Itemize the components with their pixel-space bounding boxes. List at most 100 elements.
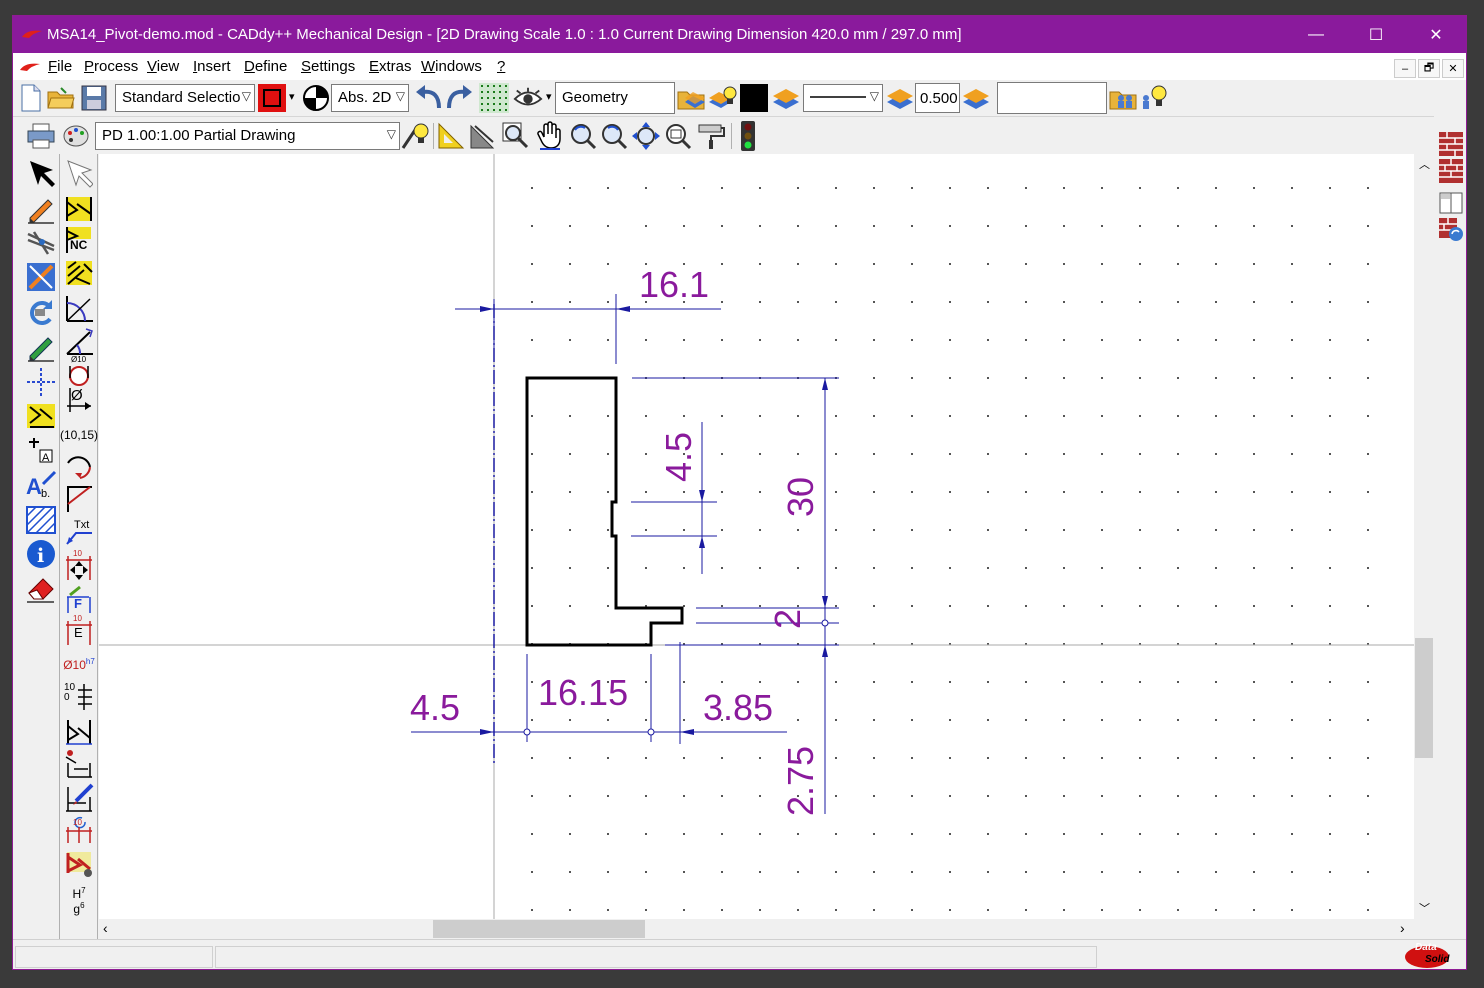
minimize-button[interactable]: — xyxy=(1287,16,1345,53)
group-folder-button[interactable] xyxy=(1109,83,1139,113)
chamfer-dimension-button[interactable] xyxy=(62,483,96,515)
redo-button[interactable] xyxy=(445,83,475,113)
erase-tool-button[interactable] xyxy=(24,572,58,604)
split-view-button[interactable] xyxy=(1436,189,1466,217)
tolerance-table-button[interactable]: 10 0 xyxy=(62,681,96,713)
scroll-left-icon[interactable]: ‹ xyxy=(103,920,108,936)
edit-dimension-button[interactable]: 10 E xyxy=(62,614,96,648)
redraw-button[interactable] xyxy=(696,121,726,151)
chain-dimension-button[interactable] xyxy=(62,257,96,289)
nc-dimension-button[interactable]: NC xyxy=(62,224,96,256)
black-color-button[interactable] xyxy=(739,83,769,113)
drawing-area[interactable]: 16.1 4.5 30 2 4.5 16.15 3.85 2.75 xyxy=(99,154,1414,919)
wall-tool-button[interactable] xyxy=(1436,130,1466,158)
close-button[interactable]: ✕ xyxy=(1407,16,1465,53)
group-light-button[interactable] xyxy=(1139,83,1169,113)
layer-light-button[interactable] xyxy=(708,83,738,113)
measure-button[interactable] xyxy=(468,121,498,151)
dimension-break-button[interactable] xyxy=(62,715,96,747)
radius-dimension-button[interactable] xyxy=(62,450,96,482)
menu-extras[interactable]: Extras xyxy=(369,58,412,75)
dimension-text-height[interactable]: 30 xyxy=(780,477,821,517)
zoom-window-button[interactable] xyxy=(501,121,531,151)
select-element-button[interactable] xyxy=(62,158,96,190)
dimension-text-bottom-right[interactable]: 3.85 xyxy=(703,687,773,728)
menu-help[interactable]: ? xyxy=(497,58,505,75)
line-width-field[interactable]: 0.500 xyxy=(915,83,960,113)
zoom-out-button[interactable] xyxy=(599,121,629,151)
snap-point-button[interactable] xyxy=(301,83,331,113)
hatch-tool-button[interactable] xyxy=(24,504,58,536)
arc-dimension-button[interactable] xyxy=(62,292,96,324)
zoom-in-button[interactable] xyxy=(568,121,598,151)
modify-tool-button[interactable] xyxy=(24,261,58,293)
menu-process[interactable]: Process xyxy=(84,58,138,75)
coordinate-mode-select[interactable]: Abs. 2D ▽ xyxy=(331,84,409,112)
grid-button[interactable] xyxy=(479,83,509,113)
fit-tolerance-button[interactable]: F xyxy=(62,584,96,616)
dimension-text-bottom-vertical[interactable]: 2.75 xyxy=(780,746,821,816)
dimension-text-bottom-left[interactable]: 4.5 xyxy=(410,687,460,728)
sketch-tool-button[interactable] xyxy=(24,331,58,363)
search-input[interactable] xyxy=(997,82,1107,114)
mdi-restore-button[interactable]: 🗗 xyxy=(1418,59,1440,78)
info-tool-button[interactable]: i xyxy=(24,538,58,570)
print-button[interactable] xyxy=(26,121,56,151)
set-square-button[interactable] xyxy=(436,121,466,151)
pan-button[interactable] xyxy=(535,121,565,151)
dimension-text-step[interactable]: 2 xyxy=(767,609,808,629)
line-width-layer-button[interactable] xyxy=(885,83,915,113)
new-file-button[interactable] xyxy=(16,83,46,113)
zoom-previous-button[interactable] xyxy=(663,121,693,151)
tolerance-h7-button[interactable]: Ø10 h7 xyxy=(57,649,101,681)
scroll-up-icon[interactable]: ︿ xyxy=(1419,156,1430,172)
fit-h7g6-button[interactable]: H7 g6 xyxy=(62,884,96,916)
menu-settings[interactable]: Settings xyxy=(301,58,355,75)
move-dimension-button[interactable]: 10 xyxy=(62,549,96,583)
select-tool-button[interactable] xyxy=(24,158,58,190)
horizontal-scrollbar[interactable]: ‹ › xyxy=(99,919,1414,939)
scroll-down-icon[interactable]: ﹀ xyxy=(1419,900,1430,916)
menu-windows[interactable]: Windows xyxy=(421,58,482,75)
layer-field[interactable]: Geometry xyxy=(555,82,675,114)
mdi-close-button[interactable]: ✕ xyxy=(1442,59,1464,78)
menu-define[interactable]: Define xyxy=(244,58,287,75)
line-style-layer-button[interactable] xyxy=(771,83,801,113)
menu-view[interactable]: View xyxy=(147,58,179,75)
linear-dimension-button[interactable] xyxy=(62,193,96,225)
horizontal-scroll-thumb[interactable] xyxy=(433,920,645,938)
annotation-tool-button[interactable]: Ab. xyxy=(24,469,58,501)
coordinate-dimension-button[interactable]: (10,15) xyxy=(57,419,101,451)
dimension-edit-pen-button[interactable] xyxy=(62,782,96,814)
draw-tool-button[interactable] xyxy=(24,193,58,225)
dimension-text-bottom-mid[interactable]: 16.15 xyxy=(538,672,628,713)
title-bar[interactable]: MSA14_Pivot-demo.mod - CADdy++ Mechanica… xyxy=(13,16,1466,53)
wall-hatch-button[interactable] xyxy=(1436,157,1466,185)
maximize-button[interactable]: ☐ xyxy=(1347,16,1405,53)
dimension-text-button[interactable] xyxy=(62,748,96,780)
traffic-light-button[interactable] xyxy=(733,121,763,151)
text-leader-button[interactable]: Txt xyxy=(62,517,96,549)
width-layer-button[interactable] xyxy=(961,83,991,113)
dimension-delete-button[interactable] xyxy=(62,848,96,880)
drawing-view-select[interactable]: PD 1.00:1.00 Partial Drawing ▽ xyxy=(95,122,400,150)
text-tool-button[interactable]: A xyxy=(24,435,58,467)
angle-dimension-button[interactable] xyxy=(62,325,96,357)
open-file-button[interactable] xyxy=(46,83,76,113)
color-select-button[interactable] xyxy=(257,83,287,113)
line-type-select[interactable]: ▽ xyxy=(803,84,883,112)
dimension-text-slot[interactable]: 4.5 xyxy=(658,432,699,482)
undo-button[interactable] xyxy=(413,83,443,113)
dropdown-arrow-icon[interactable]: ▾ xyxy=(546,90,552,103)
diameter-arrow-button[interactable]: Ø xyxy=(62,383,96,415)
scroll-right-icon[interactable]: › xyxy=(1400,920,1405,936)
drawing-canvas[interactable]: 16.1 4.5 30 2 4.5 16.15 3.85 2.75 xyxy=(99,154,1414,919)
dimension-tool-button[interactable] xyxy=(24,400,58,432)
menu-file[interactable]: File xyxy=(48,58,72,75)
vertical-scroll-thumb[interactable] xyxy=(1415,638,1433,758)
wall-refresh-button[interactable] xyxy=(1436,216,1466,244)
light-pen-button[interactable] xyxy=(401,121,431,151)
vertical-scrollbar[interactable]: ︿ ﹀ xyxy=(1414,154,1434,919)
dimension-update-button[interactable]: 10 xyxy=(62,814,96,846)
drawing-settings-button[interactable] xyxy=(61,121,91,151)
